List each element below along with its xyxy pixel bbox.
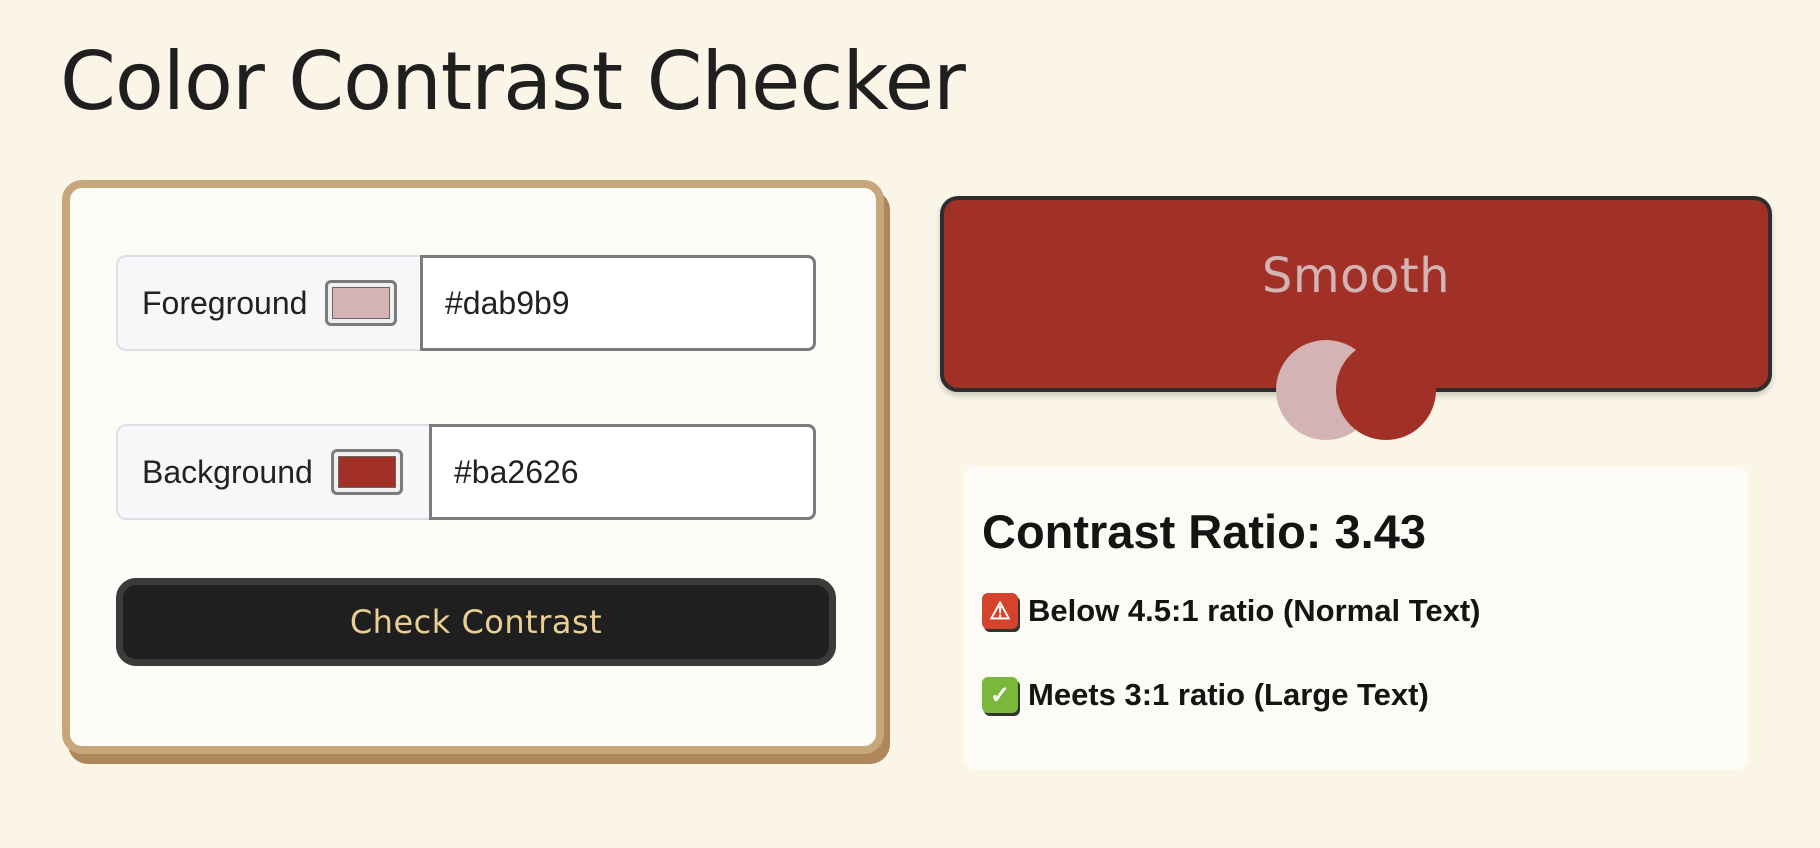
color-form-card: Foreground Background Check Contrast (62, 180, 884, 754)
background-swatch-fill (337, 456, 396, 488)
normal-text-result: ⚠ Below 4.5:1 ratio (Normal Text) (982, 589, 1730, 633)
foreground-label: Foreground (142, 284, 308, 321)
normal-text-result-label: Below 4.5:1 ratio (Normal Text) (1028, 593, 1481, 628)
foreground-label-box: Foreground (116, 255, 420, 351)
background-label-box: Background (116, 424, 429, 520)
results-panel: Contrast Ratio: 3.43 ⚠ Below 4.5:1 ratio… (964, 466, 1748, 770)
background-color-picker[interactable] (330, 449, 403, 495)
check-contrast-button[interactable]: Check Contrast (116, 578, 836, 666)
foreground-swatch-fill (332, 287, 391, 319)
foreground-row: Foreground (116, 255, 816, 351)
check-icon: ✓ (982, 677, 1018, 713)
foreground-color-picker[interactable] (325, 280, 398, 326)
page-title: Color Contrast Checker (60, 35, 966, 128)
large-text-result: ✓ Meets 3:1 ratio (Large Text) (982, 673, 1730, 717)
foreground-hex-input[interactable] (420, 255, 816, 351)
contrast-ratio-heading: Contrast Ratio: 3.43 (982, 505, 1426, 558)
preview-panel: Smooth (940, 196, 1772, 440)
background-row: Background (116, 424, 816, 520)
preview-sample-text: Smooth (1261, 248, 1451, 304)
large-text-result-label: Meets 3:1 ratio (Large Text) (1028, 677, 1429, 712)
background-label: Background (142, 453, 313, 490)
background-circle (1336, 340, 1436, 440)
warning-icon: ⚠ (982, 593, 1018, 629)
background-hex-input[interactable] (429, 424, 816, 520)
